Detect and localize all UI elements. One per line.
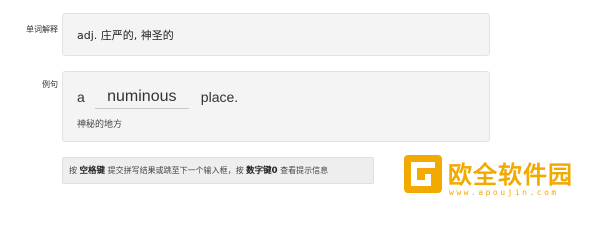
- sentence-word-before: a: [77, 89, 85, 105]
- sentence-word-after: place.: [200, 89, 239, 105]
- hint-text-2: 提交拼写结果或跳至下一个输入框，按: [105, 166, 247, 175]
- hint-key-zero: 数字键0: [246, 166, 278, 176]
- watermark-logo: 欧全软件园 www.apoujin.com: [403, 152, 600, 204]
- hint-key-space: 空格键: [79, 166, 106, 176]
- definition-label: 单词解释: [26, 25, 58, 34]
- watermark-name: 欧全软件园: [448, 161, 573, 189]
- word-study-page: 单词解释 adj. 庄严的, 神圣的 例句 a place. 神秘的地方 按 空…: [0, 0, 600, 204]
- hint-text-3: 查看提示信息: [277, 166, 329, 175]
- definition-box: adj. 庄严的, 神圣的: [62, 13, 490, 56]
- definition-text: adj. 庄严的, 神圣的: [77, 29, 174, 42]
- spelling-input[interactable]: [94, 85, 189, 109]
- example-box: a place. 神秘的地方: [62, 71, 490, 142]
- example-translation: 神秘的地方: [77, 120, 123, 130]
- hint-text-1: 按: [69, 166, 80, 175]
- example-sentence: a place.: [77, 85, 239, 109]
- example-label: 例句: [42, 80, 58, 89]
- watermark-url: www.apoujin.com: [449, 188, 559, 197]
- watermark-logo-icon: [404, 155, 442, 193]
- keyboard-hint-bar: 按 空格键 提交拼写结果或跳至下一个输入框，按 数字键0 查看提示信息: [62, 157, 374, 184]
